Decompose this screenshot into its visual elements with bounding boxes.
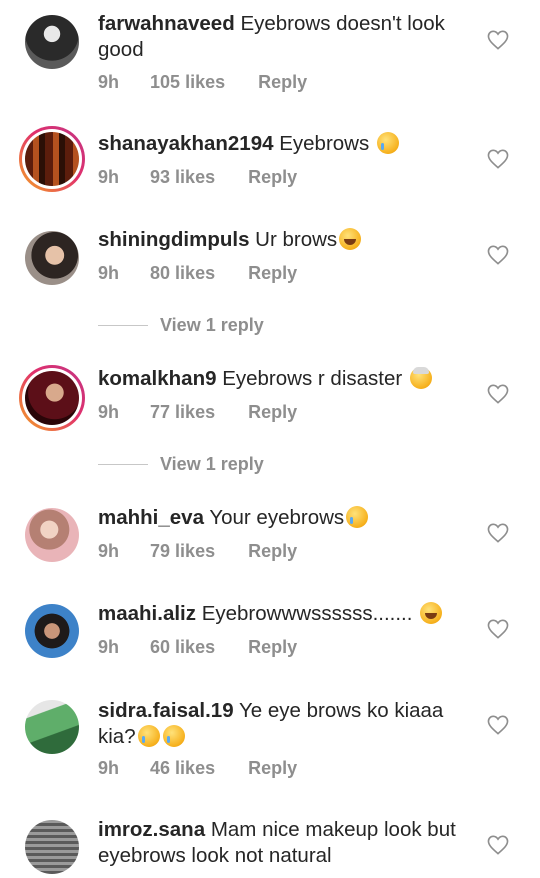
comment-time: 9h [98, 541, 120, 561]
comment-time: 9h [98, 758, 120, 778]
comment-text: sidra.faisal.19 Ye eye brows ko kiaaa ki… [98, 698, 468, 750]
view-replies-button[interactable]: View 1 reply [98, 451, 264, 477]
reply-button[interactable]: Reply [248, 167, 297, 188]
avatar [25, 132, 79, 186]
comment-meta: 9h 105 likes Reply [98, 72, 307, 93]
reply-button[interactable]: Reply [248, 263, 297, 284]
comment-username[interactable]: imroz.sana [98, 818, 205, 841]
reply-button[interactable]: Reply [248, 758, 297, 779]
comment-username[interactable]: maahi.aliz [98, 602, 196, 625]
comment-text: maahi.aliz Eyebrowwwssssss....... [98, 601, 468, 627]
comment-text: shanayakhan2194 Eyebrows [98, 131, 468, 157]
comment-username[interactable]: shiningdimpuls [98, 228, 249, 251]
divider [98, 463, 148, 465]
comment-time: 9h [98, 167, 120, 187]
reply-button[interactable]: Reply [248, 637, 297, 658]
comment-likes[interactable]: 77 likes [150, 402, 215, 423]
comment-username[interactable]: sidra.faisal.19 [98, 699, 234, 722]
comment-likes[interactable]: 46 likes [150, 758, 215, 779]
laughing-face-icon [420, 602, 443, 624]
avatar [25, 371, 79, 425]
comment-text: mahhi_eva Your eyebrows [98, 505, 468, 531]
comment-username[interactable]: farwahnaveed [98, 12, 235, 35]
comment-time: 9h [98, 637, 120, 657]
comment-time: 9h [98, 402, 120, 422]
comment-meta: 9h 60 likes Reply [98, 637, 297, 658]
exploding-head-icon [409, 367, 432, 389]
cry-face-icon [137, 725, 160, 747]
avatar[interactable] [25, 700, 79, 754]
comment-text: shiningdimpuls Ur brows [98, 227, 468, 253]
like-heart-icon[interactable] [487, 149, 509, 169]
comment-meta: 9h 80 likes Reply [98, 263, 297, 284]
reply-button[interactable]: Reply [248, 402, 297, 423]
like-heart-icon[interactable] [487, 835, 509, 855]
avatar[interactable] [25, 820, 79, 874]
cry-face-icon [346, 506, 369, 528]
cry-face-icon [162, 725, 185, 747]
comment-likes[interactable]: 80 likes [150, 263, 215, 284]
like-heart-icon[interactable] [487, 523, 509, 543]
comment-meta: 9h 46 likes Reply [98, 758, 297, 779]
comment-likes[interactable]: 60 likes [150, 637, 215, 658]
like-heart-icon[interactable] [487, 715, 509, 735]
avatar[interactable] [25, 508, 79, 562]
comment-body: Eyebrows [279, 132, 370, 155]
comment-text: farwahnaveed Eyebrows doesn't look good [98, 11, 468, 63]
comment-time: 9h [98, 72, 120, 92]
comment-body: Eyebrows r disaster [222, 367, 403, 390]
comment-text: komalkhan9 Eyebrows r disaster [98, 366, 468, 392]
cry-face-icon [376, 132, 399, 154]
comment-body: Your eyebrows [209, 506, 345, 529]
comment-meta: 9h 93 likes Reply [98, 167, 297, 188]
comment-username[interactable]: mahhi_eva [98, 506, 204, 529]
avatar[interactable] [25, 231, 79, 285]
view-replies-button[interactable]: View 1 reply [98, 312, 264, 338]
comment-meta: 9h 77 likes Reply [98, 402, 297, 423]
comment-body: Ur brows [255, 228, 338, 251]
view-replies-label: View 1 reply [160, 314, 264, 335]
view-replies-label: View 1 reply [160, 453, 264, 474]
comment-body: Eyebrowwwssssss....... [201, 602, 413, 625]
comment-username[interactable]: shanayakhan2194 [98, 132, 274, 155]
avatar-story-ring[interactable] [19, 126, 85, 192]
avatar[interactable] [25, 15, 79, 69]
avatar[interactable] [25, 604, 79, 658]
like-heart-icon[interactable] [487, 245, 509, 265]
like-heart-icon[interactable] [487, 384, 509, 404]
reply-button[interactable]: Reply [248, 541, 297, 562]
like-heart-icon[interactable] [487, 619, 509, 639]
laughing-face-icon [339, 228, 362, 250]
comment-likes[interactable]: 93 likes [150, 167, 215, 188]
comment-time: 9h [98, 263, 120, 283]
divider [98, 324, 148, 326]
like-heart-icon[interactable] [487, 30, 509, 50]
comment-username[interactable]: komalkhan9 [98, 367, 217, 390]
comment-text: imroz.sana Mam nice makeup look but eyeb… [98, 817, 468, 869]
comment-likes[interactable]: 105 likes [150, 72, 225, 93]
avatar-story-ring[interactable] [19, 365, 85, 431]
reply-button[interactable]: Reply [258, 72, 307, 93]
comment-meta: 9h 79 likes Reply [98, 541, 297, 562]
comment-likes[interactable]: 79 likes [150, 541, 215, 562]
